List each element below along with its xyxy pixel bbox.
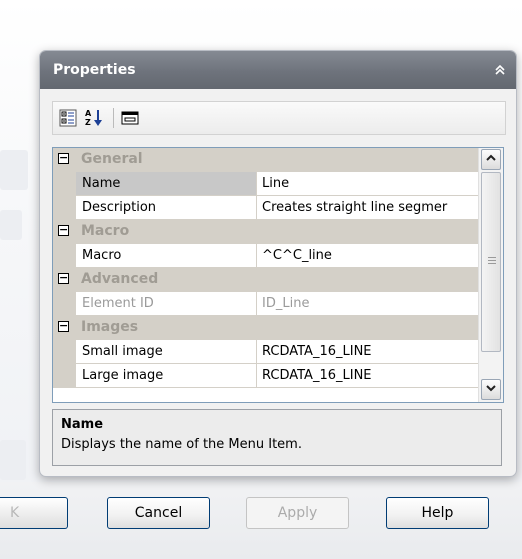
- property-pages-button[interactable]: [119, 107, 141, 129]
- property-name[interactable]: Name: [76, 172, 257, 196]
- background-ghost-control: [0, 440, 26, 480]
- collapse-icon[interactable]: −: [58, 320, 69, 332]
- apply-button-label: Apply: [277, 505, 318, 521]
- sort-alphabetical-button[interactable]: A Z: [83, 107, 105, 129]
- toolbar-separator: [113, 108, 114, 128]
- property-row-large-image[interactable]: Large image RCDATA_16_LINE: [53, 364, 478, 388]
- description-title: Name: [61, 417, 104, 432]
- panel-header: Properties: [40, 51, 516, 89]
- property-name[interactable]: Description: [76, 196, 257, 220]
- category-label: Images: [81, 319, 139, 335]
- category-label: General: [81, 151, 143, 167]
- category-row-macro[interactable]: − Macro: [53, 220, 478, 244]
- description-pane: Name Displays the name of the Menu Item.: [52, 409, 502, 466]
- category-row-advanced[interactable]: − Advanced: [53, 268, 478, 292]
- property-name[interactable]: Large image: [76, 364, 257, 388]
- background-ghost-control: [0, 150, 28, 190]
- property-row-name[interactable]: Name Line: [53, 172, 478, 196]
- collapse-icon[interactable]: −: [58, 272, 69, 284]
- category-row-general[interactable]: − General: [53, 148, 478, 172]
- cancel-button-label: Cancel: [134, 505, 183, 521]
- cancel-button[interactable]: Cancel: [107, 497, 210, 529]
- chevron-double-up-icon[interactable]: [492, 64, 508, 80]
- property-row-element-id: Element ID ID_Line: [53, 292, 478, 316]
- collapse-icon[interactable]: −: [58, 152, 69, 164]
- scroll-up-button[interactable]: [481, 149, 501, 170]
- property-grid: − General Name Line Description Creates …: [52, 147, 504, 403]
- vertical-scrollbar[interactable]: [478, 148, 503, 402]
- chevron-up-icon: [486, 154, 496, 161]
- scrollbar-thumb[interactable]: [481, 172, 501, 352]
- property-value[interactable]: Line: [257, 172, 478, 196]
- property-name[interactable]: Small image: [76, 340, 257, 364]
- properties-toolbar: A Z: [52, 101, 506, 135]
- property-row-macro[interactable]: Macro ^C^C_line: [53, 244, 478, 268]
- collapse-icon[interactable]: −: [58, 224, 69, 236]
- property-value[interactable]: Creates straight line segmer: [257, 196, 478, 220]
- property-pages-icon: [121, 111, 139, 125]
- background-ghost-control: [0, 210, 22, 240]
- help-button-label: Help: [421, 505, 454, 521]
- scroll-down-button[interactable]: [481, 379, 501, 400]
- categorized-icon: [59, 109, 77, 127]
- property-row-small-image[interactable]: Small image RCDATA_16_LINE: [53, 340, 478, 364]
- ok-button[interactable]: K: [0, 497, 68, 529]
- chevron-down-icon: [486, 385, 496, 392]
- ok-button-label: K: [10, 505, 20, 521]
- property-value[interactable]: RCDATA_16_LINE: [257, 340, 478, 364]
- property-row-description[interactable]: Description Creates straight line segmer: [53, 196, 478, 220]
- sort-alphabetical-icon: A Z: [85, 109, 102, 127]
- category-label: Advanced: [81, 271, 159, 287]
- property-name: Element ID: [76, 292, 257, 316]
- description-text: Displays the name of the Menu Item.: [61, 437, 302, 452]
- property-name[interactable]: Macro: [76, 244, 257, 268]
- property-value: ID_Line: [257, 292, 478, 316]
- property-value[interactable]: RCDATA_16_LINE: [257, 364, 478, 388]
- help-button[interactable]: Help: [386, 497, 489, 529]
- panel-title: Properties: [53, 62, 136, 78]
- svg-text:A: A: [85, 109, 92, 118]
- property-value[interactable]: ^C^C_line: [257, 244, 478, 268]
- svg-text:Z: Z: [85, 118, 91, 127]
- categorized-button[interactable]: [57, 107, 79, 129]
- properties-panel: Properties A Z − General Name Line Descr…: [39, 50, 517, 477]
- category-row-images[interactable]: − Images: [53, 316, 478, 340]
- category-label: Macro: [81, 223, 130, 239]
- apply-button: Apply: [246, 497, 349, 529]
